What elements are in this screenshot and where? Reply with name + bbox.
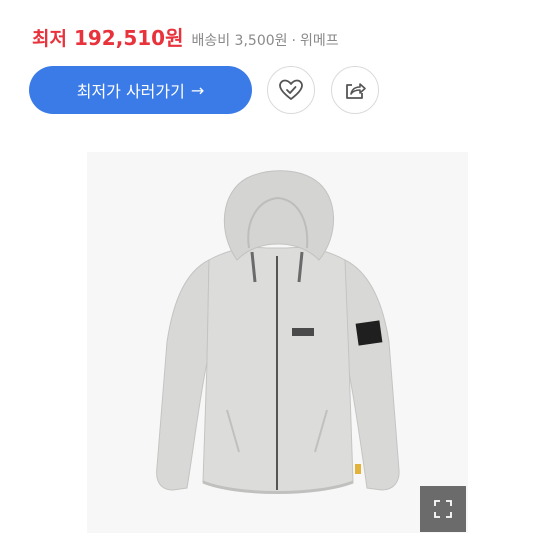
heart-check-icon: [279, 79, 303, 100]
arrow-right-icon: →: [190, 80, 205, 100]
price-row: 최저 192,510원 배송비 3,500원 · 위메프: [32, 22, 339, 51]
product-image[interactable]: [87, 152, 468, 533]
seller-name: 위메프: [299, 33, 339, 49]
lowest-price-label: 최저: [32, 28, 67, 50]
shipping-fee: 배송비 3,500원: [191, 33, 288, 49]
expand-icon: [434, 500, 452, 518]
like-button[interactable]: [267, 66, 315, 114]
expand-image-button[interactable]: [420, 486, 466, 532]
share-button[interactable]: [331, 66, 379, 114]
buy-lowest-price-button[interactable]: 최저가 사러가기 →: [29, 66, 252, 114]
share-icon: [346, 83, 366, 99]
buy-button-label: 최저가 사러가기: [76, 82, 185, 101]
lowest-price-value: 192,510원: [73, 26, 184, 50]
jacket-photo: [156, 170, 400, 494]
separator-dot: ·: [291, 33, 296, 49]
